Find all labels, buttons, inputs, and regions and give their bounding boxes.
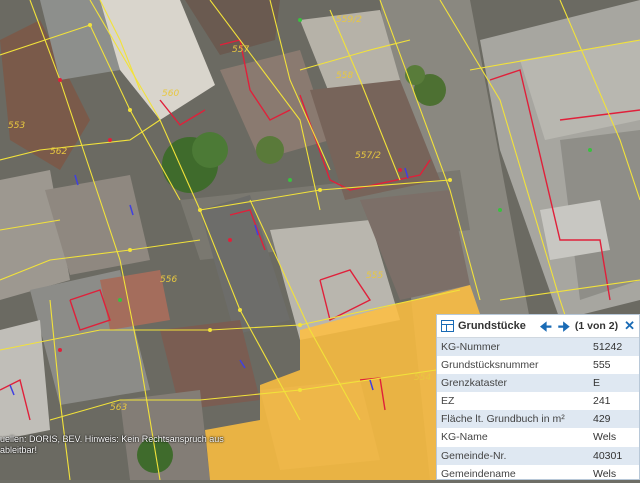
attribute-value: 241 <box>593 395 611 408</box>
attribute-key: Grundstücksnummer <box>441 359 539 372</box>
attribute-row: Gemeindename Wels <box>437 465 639 483</box>
parcel-label: 563 <box>110 403 127 413</box>
parcel-label: 557 <box>232 45 249 55</box>
map-attribution: uellen: DORIS, BEV. Hinweis: Kein Rechts… <box>0 434 240 456</box>
attribute-key: Grenzkataster <box>441 377 507 390</box>
attribute-value: Wels <box>593 431 617 444</box>
attribute-value: Wels <box>593 467 617 480</box>
parcel-label: 555 <box>366 271 383 281</box>
attribute-value: 51242 <box>593 341 623 353</box>
attribute-key: KG-Name <box>441 431 488 444</box>
attribute-key: KG-Nummer <box>441 341 500 353</box>
next-arrow-icon[interactable]: 🠊 <box>558 320 570 333</box>
attribution-line: uellen: DORIS, BEV. Hinweis: Kein Rechts… <box>0 434 224 444</box>
popup-header: Grundstücke 🠈 🠊 (1 von 2) ✕ <box>437 315 639 338</box>
parcel-label: 553 <box>8 121 25 131</box>
parcel-label: 556 <box>160 275 177 285</box>
attribute-value: 429 <box>593 413 611 426</box>
previous-arrow-icon[interactable]: 🠈 <box>540 320 552 333</box>
attribute-row: Fläche lt. Grundbuch in m² 429 <box>437 410 639 429</box>
attribute-row: Grenzkataster E <box>437 374 639 393</box>
parcel-info-popup: Grundstücke 🠈 🠊 (1 von 2) ✕ KG-Nummer 512… <box>436 314 640 480</box>
popup-title: Grundstücke <box>458 320 526 332</box>
attribute-row: EZ 241 <box>437 392 639 410</box>
attribute-value: 555 <box>593 359 611 372</box>
parcel-label: 562 <box>50 147 67 157</box>
attribute-key: Gemeindename <box>441 467 516 480</box>
parcel-label: 558 <box>336 71 353 81</box>
parcel-label: 554 <box>414 373 431 383</box>
attribute-table: KG-Nummer 51242 Grundstücksnummer 555 Gren… <box>437 338 639 483</box>
parcel-label: 559/2 <box>336 15 362 25</box>
attribute-row: Grundstücksnummer 555 <box>437 356 639 374</box>
parcel-label: 557/2 <box>355 151 381 161</box>
close-icon[interactable]: ✕ <box>624 318 635 334</box>
attribute-key: Fläche lt. Grundbuch in m² <box>441 413 565 426</box>
attribute-row: KG-Nummer 51242 <box>437 338 639 357</box>
attribution-line: ableitbar! <box>0 445 38 455</box>
attribute-row: Gemeinde-Nr. 40301 <box>437 446 639 465</box>
attribute-key: EZ <box>441 395 455 408</box>
parcel-label: 560 <box>162 89 179 99</box>
table-icon <box>441 320 454 332</box>
attribute-value: 40301 <box>593 449 623 462</box>
attribute-value: E <box>593 377 601 390</box>
attribute-key: Gemeinde-Nr. <box>441 449 507 462</box>
attribute-row: KG-Name Wels <box>437 428 639 446</box>
pager-text: (1 von 2) <box>574 320 619 332</box>
